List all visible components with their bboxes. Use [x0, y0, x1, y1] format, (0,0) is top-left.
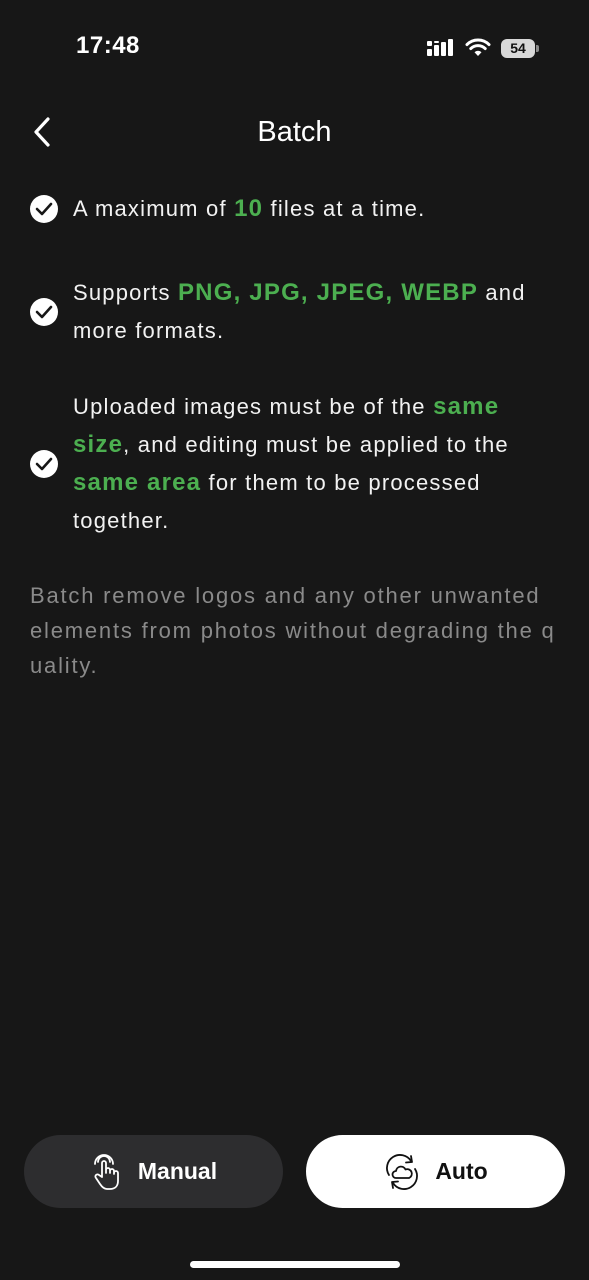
status-bar: 17:48 54 [0, 0, 589, 96]
check-circle-icon [30, 298, 58, 326]
feature-text: Supports PNG, JPG, JPEG, WEBP and more f… [73, 279, 526, 343]
feature-item-formats: Supports PNG, JPG, JPEG, WEBP and more f… [30, 274, 560, 350]
tap-hand-icon [93, 1153, 119, 1190]
feature-item-same-size: Uploaded images must be of the same size… [30, 388, 560, 540]
wifi-icon [465, 38, 491, 56]
check-circle-icon [30, 195, 58, 223]
battery-level: 54 [501, 38, 535, 58]
cloud-sync-icon [386, 1153, 419, 1190]
manual-button[interactable]: Manual [24, 1135, 283, 1208]
cellular-signal-icon [427, 39, 453, 56]
batch-info-content: A maximum of 10 files at a time. Support… [30, 190, 560, 683]
status-time: 17:48 [76, 32, 140, 59]
battery-tip [536, 44, 539, 52]
status-icons: 54 [427, 36, 539, 60]
feature-item-max-files: A maximum of 10 files at a time. [30, 190, 560, 228]
nav-bar: Batch [0, 100, 589, 164]
highlight-same-area: same area [73, 469, 202, 496]
highlight-max-files: 10 [234, 195, 264, 222]
description-text: Batch remove logos and any other unwante… [30, 583, 556, 678]
home-indicator[interactable] [190, 1261, 400, 1268]
manual-button-label: Manual [137, 1158, 218, 1184]
battery-icon: 54 [501, 38, 539, 58]
check-circle-icon [30, 450, 58, 478]
highlight-formats: PNG, JPG, JPEG, WEBP [177, 279, 479, 306]
page-title: Batch [257, 116, 332, 148]
feature-text: Uploaded images must be of the same size… [73, 393, 509, 533]
feature-text: A maximum of 10 files at a time. [73, 195, 426, 222]
auto-button-label: Auto [435, 1158, 488, 1184]
mode-button-row: Manual Auto [24, 1135, 565, 1208]
auto-button[interactable]: Auto [306, 1135, 565, 1208]
